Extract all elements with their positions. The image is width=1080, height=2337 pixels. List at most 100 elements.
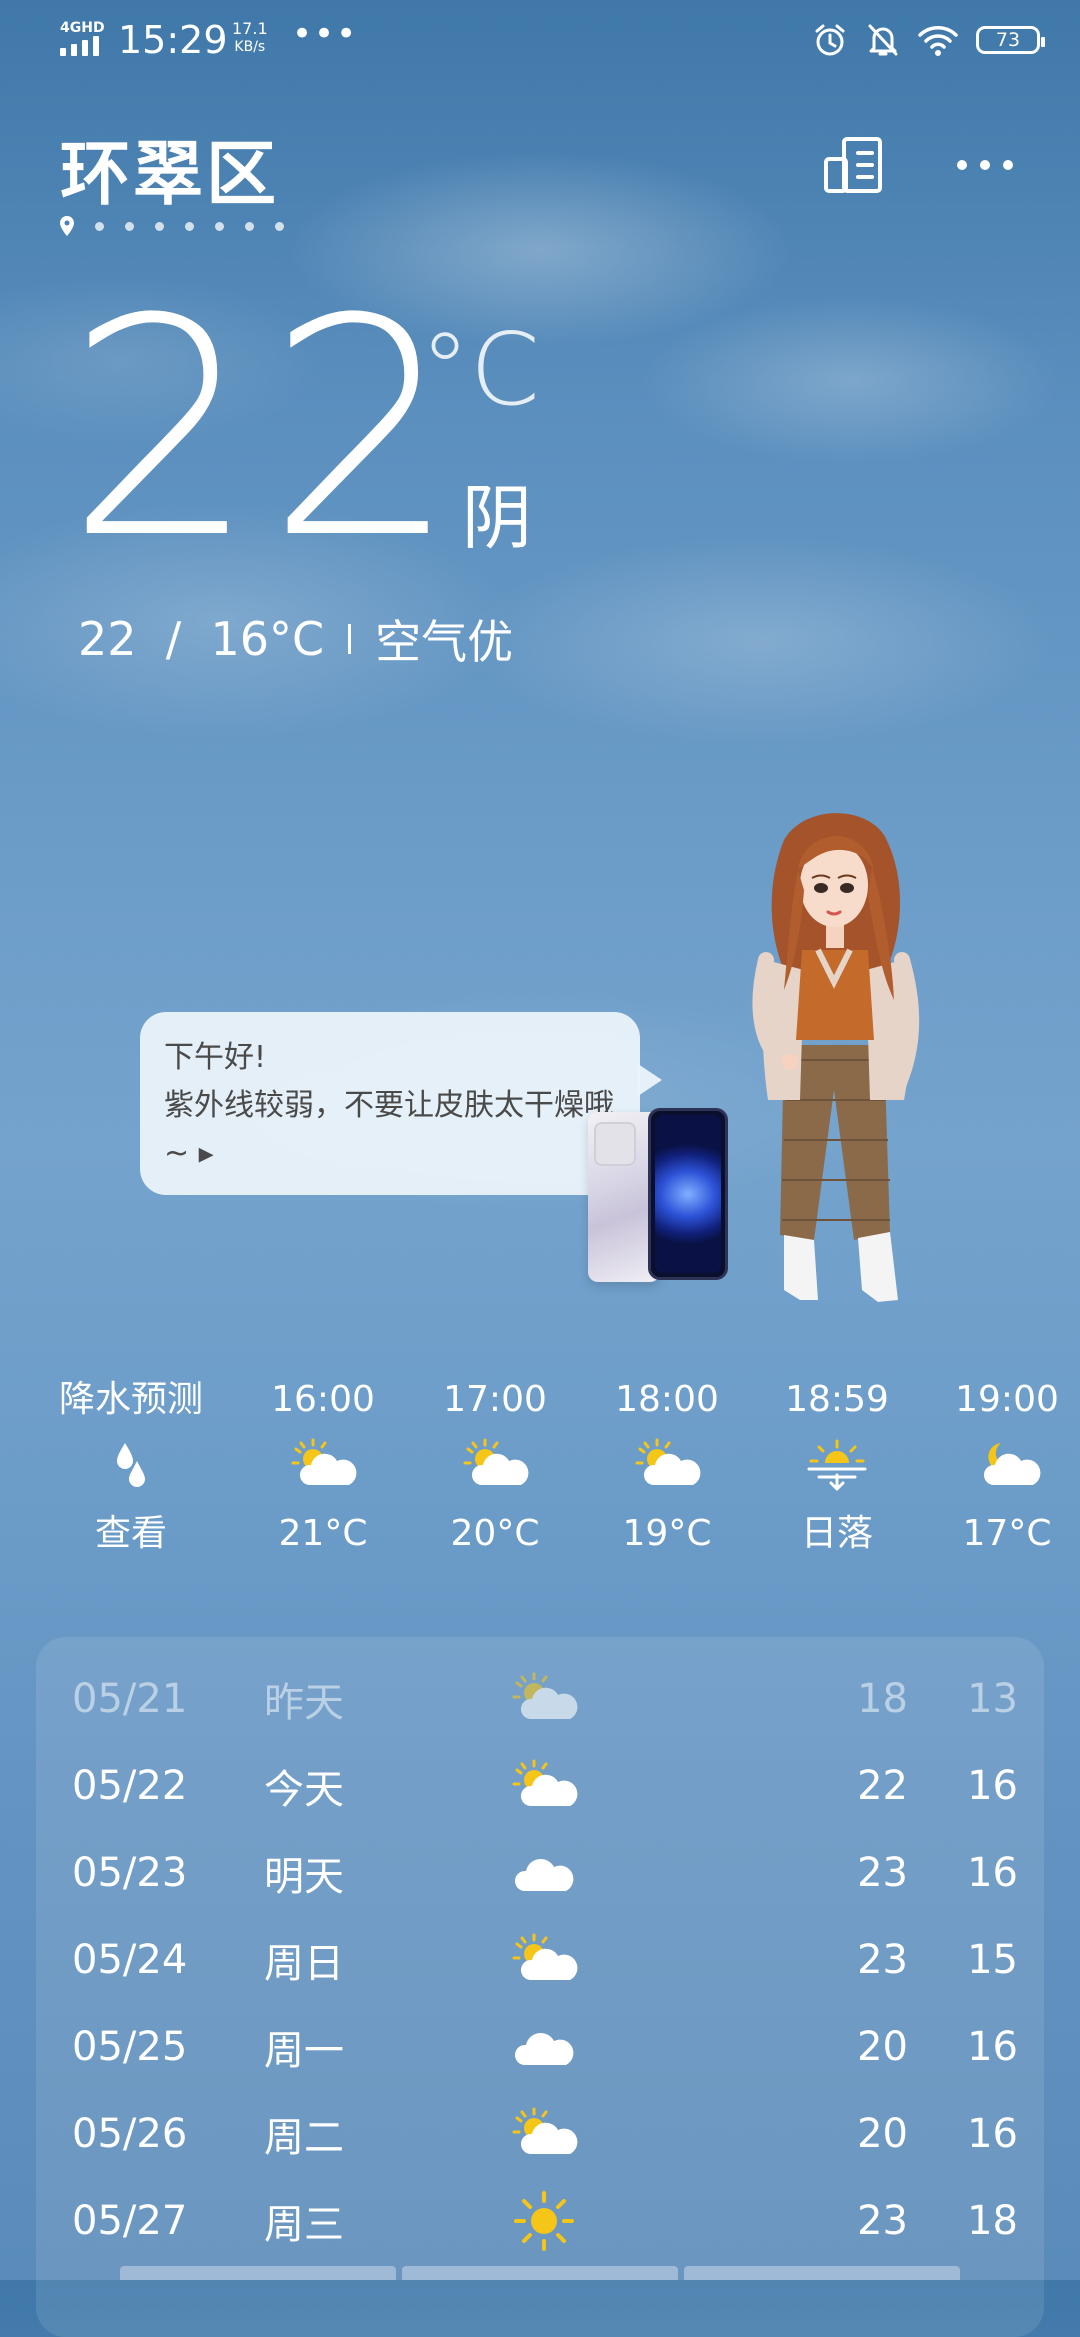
signal-icon xyxy=(60,36,99,56)
pager-dot xyxy=(185,221,194,231)
sunny-icon xyxy=(504,2188,584,2254)
location-pin-icon xyxy=(60,216,74,236)
hour-item[interactable]: 17:00 20°C xyxy=(410,1375,580,1559)
hour-item[interactable]: 19:00 17°C xyxy=(922,1375,1080,1559)
hour-label: 19:00 xyxy=(955,1379,1059,1420)
day-row[interactable]: 05/24 周日 23 15 xyxy=(36,1917,1044,2003)
temperature-unit: °C xyxy=(420,311,540,428)
weather-condition: 阴 xyxy=(462,477,532,559)
day-low: 13 xyxy=(967,1676,1018,1722)
hour-item[interactable]: 18:59 日落 xyxy=(752,1375,922,1559)
clock: 15:29 xyxy=(118,18,228,62)
day-high: 20 xyxy=(857,2024,908,2070)
mute-icon xyxy=(868,24,898,56)
partly-cloudy-icon xyxy=(504,1666,584,1732)
air-quality[interactable]: 空气优 xyxy=(375,606,513,672)
pager-dot xyxy=(245,221,254,231)
day-high: 20 xyxy=(857,2111,908,2157)
hour-label: 16:00 xyxy=(271,1379,375,1420)
day-high: 23 xyxy=(857,1937,908,1983)
day-date: 05/26 xyxy=(72,2111,188,2157)
day-low: 16 xyxy=(967,1850,1018,1896)
day-name: 今天 xyxy=(264,1767,344,1813)
partly-cloudy-icon xyxy=(238,1425,408,1505)
hour-label: 18:59 xyxy=(785,1379,889,1420)
network-type: 4GHD xyxy=(60,20,105,36)
hour-value: 19°C xyxy=(622,1513,712,1554)
battery-level: 73 xyxy=(995,29,1021,51)
partly-cloudy-icon xyxy=(504,1753,584,1819)
current-temperature: 22 xyxy=(66,255,468,604)
day-row[interactable]: 05/23 明天 23 16 xyxy=(36,1830,1044,1916)
day-high: 22 xyxy=(857,1763,908,1809)
hour-value: 17°C xyxy=(962,1513,1052,1554)
day-high: 18 xyxy=(857,1676,908,1722)
hour-value: 查看 xyxy=(94,1513,167,1554)
hour-item[interactable]: 16:00 21°C xyxy=(238,1375,408,1559)
partly-cloudy-icon xyxy=(504,2101,584,2167)
temp-range: 22 / 16°C xyxy=(78,612,325,666)
day-date: 05/24 xyxy=(72,1937,188,1983)
speed-value: 17.1 xyxy=(232,19,268,38)
day-date: 05/21 xyxy=(72,1676,188,1722)
day-low: 16 xyxy=(967,2111,1018,2157)
sunset-icon xyxy=(752,1425,922,1505)
hour-label: 18:00 xyxy=(615,1379,719,1420)
day-row[interactable]: 05/27 周三 23 18 xyxy=(36,2178,1044,2264)
status-icons: 73 xyxy=(812,22,1045,58)
day-low: 16 xyxy=(967,2024,1018,2070)
day-date: 05/23 xyxy=(72,1850,188,1896)
day-high: 23 xyxy=(857,1850,908,1896)
precipitation-forecast[interactable]: 降水预测 查看 xyxy=(46,1375,216,1559)
partly-cloudy-night-icon xyxy=(922,1425,1080,1505)
hour-item[interactable]: 18:00 19°C xyxy=(582,1375,752,1559)
daily-forecast[interactable]: 05/21 昨天 18 13 05/22 今天 22 16 05/23 明天 2… xyxy=(36,1637,1044,2337)
phone-ad-front[interactable] xyxy=(648,1108,728,1280)
pager-dot xyxy=(95,221,104,231)
day-low: 18 xyxy=(967,2198,1018,2244)
day-name: 周日 xyxy=(264,1941,344,1987)
day-name: 周二 xyxy=(264,2115,344,2161)
hour-label: 降水预测 xyxy=(58,1379,203,1420)
partly-cloudy-icon xyxy=(410,1425,580,1505)
raindrop-icon xyxy=(46,1425,216,1505)
partly-cloudy-icon xyxy=(582,1425,752,1505)
divider xyxy=(348,624,352,654)
hour-value: 20°C xyxy=(450,1513,540,1554)
buildings-icon xyxy=(824,137,882,193)
day-high: 23 xyxy=(857,2198,908,2244)
day-row[interactable]: 05/26 周二 20 16 xyxy=(36,2091,1044,2177)
pager-dot xyxy=(215,221,224,231)
pager-dot xyxy=(155,221,164,231)
hour-label: 17:00 xyxy=(443,1379,547,1420)
hour-value: 21°C xyxy=(278,1513,368,1554)
more-menu-button[interactable] xyxy=(950,130,1020,200)
day-row[interactable]: 05/22 今天 22 16 xyxy=(36,1743,1044,1829)
day-date: 05/25 xyxy=(72,2024,188,2070)
day-row[interactable]: 05/25 周一 20 16 xyxy=(36,2004,1044,2090)
assistant-greeting: 下午好! xyxy=(164,1040,267,1075)
temp-range-row: 22 / 16°C 空气优 xyxy=(78,606,513,672)
city-manage-button[interactable] xyxy=(818,130,888,200)
hour-value: 日落 xyxy=(800,1513,873,1554)
day-low: 15 xyxy=(967,1937,1018,1983)
hourly-forecast[interactable]: 降水预测 查看 16:00 21°C 17:00 20°C 18:00 19°C… xyxy=(0,1375,1080,1575)
camera-module xyxy=(594,1122,636,1166)
assistant-message: 紫外线较弱，不要让皮肤太干燥哦~ ▸ xyxy=(164,1088,614,1171)
cloudy-icon xyxy=(504,1840,584,1906)
pager-dot xyxy=(275,221,284,231)
more-notifications: ••• xyxy=(292,14,359,54)
partly-cloudy-icon xyxy=(504,1927,584,1993)
city-name[interactable]: 环翠区 xyxy=(60,118,279,219)
day-date: 05/27 xyxy=(72,2198,188,2244)
assistant-character[interactable] xyxy=(744,800,924,1310)
day-name: 明天 xyxy=(264,1854,344,1900)
status-bar: 4GHD 15:29 17.1 KB/s ••• 73 xyxy=(0,0,1080,80)
battery-icon: 73 xyxy=(976,26,1045,54)
cloudy-icon xyxy=(504,2014,584,2080)
assistant-bubble[interactable]: 下午好! 紫外线较弱，不要让皮肤太干燥哦~ ▸ xyxy=(140,1012,662,1195)
day-name: 周三 xyxy=(264,2202,344,2248)
day-row[interactable]: 05/21 昨天 18 13 xyxy=(36,1656,1044,1742)
network-speed: 17.1 KB/s xyxy=(232,20,268,56)
city-pager[interactable] xyxy=(60,216,284,236)
